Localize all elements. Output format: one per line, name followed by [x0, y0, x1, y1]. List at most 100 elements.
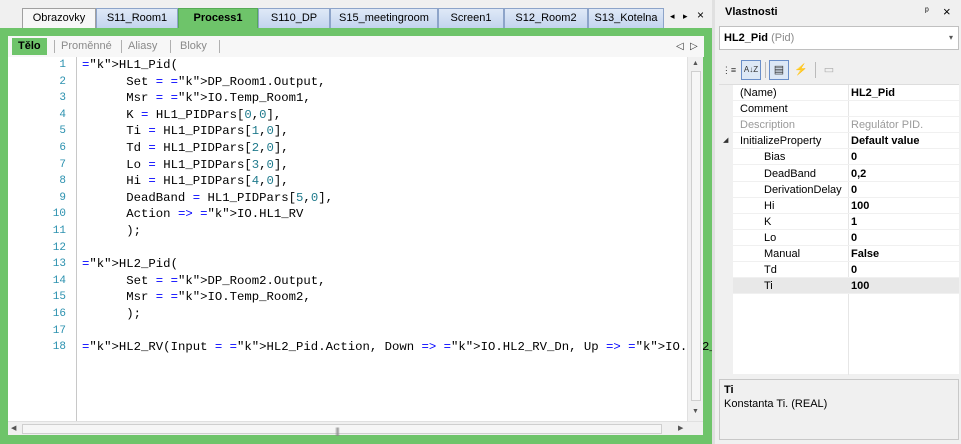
vertical-scrollbar[interactable]: ▲ ▼ — [687, 57, 703, 421]
code-line[interactable]: Msr = ="k">IO.Temp_Room1, — [82, 91, 311, 105]
tab-s12-room2[interactable]: S12_Room2 — [504, 8, 588, 28]
subtab-separator — [54, 40, 55, 53]
expand-icon[interactable]: ◢ — [723, 137, 728, 145]
line-number: 6 — [59, 142, 66, 154]
horizontal-scroll-thumb[interactable]: ||| — [22, 424, 662, 436]
tab-s13-kotelna[interactable]: S13_Kotelna — [588, 8, 664, 28]
property-value[interactable]: 0 — [851, 262, 857, 278]
tabs-prev-icon[interactable]: ◂ — [670, 9, 675, 23]
tab-obrazovky[interactable]: Obrazovky — [22, 8, 96, 28]
code-line[interactable]: ); — [82, 307, 141, 321]
property-value[interactable]: 100 — [851, 278, 869, 294]
subtab-telo[interactable]: Tělo — [12, 38, 47, 55]
close-panel-icon[interactable]: × — [943, 5, 951, 18]
tab-screen1[interactable]: Screen1 — [438, 8, 504, 28]
scroll-down-icon[interactable]: ▼ — [692, 407, 699, 417]
horizontal-scrollbar[interactable]: ◀ ||| ▶ — [8, 421, 703, 436]
code-line[interactable]: Hi = HL1_PIDPars[4,0], — [82, 174, 288, 188]
code-line[interactable]: Td = HL1_PIDPars[2,0], — [82, 141, 288, 155]
subtab-bloky[interactable]: Bloky — [180, 38, 207, 55]
object-type: (Pid) — [771, 32, 795, 44]
events-icon[interactable]: ⚡ — [791, 60, 811, 80]
code-line[interactable]: Msr = ="k">IO.Temp_Room2, — [82, 290, 311, 304]
line-number: 4 — [59, 108, 66, 121]
alphabetical-sort-icon[interactable]: A↓Z — [741, 60, 761, 80]
property-name: DerivationDelay — [764, 183, 842, 196]
property-row[interactable]: Td 0 — [733, 262, 959, 279]
property-value[interactable]: 0 — [851, 149, 857, 165]
code-line[interactable]: Ti = HL1_PIDPars[1,0], — [82, 124, 288, 138]
property-name: Ti — [764, 280, 773, 293]
property-row[interactable]: Hi 100 — [733, 198, 959, 214]
chevron-down-icon[interactable]: ▾ — [949, 27, 953, 49]
properties-view-icon[interactable]: ▤ — [769, 60, 789, 80]
tab-process1[interactable]: Process1 — [178, 8, 258, 29]
property-value[interactable]: 0 — [851, 182, 857, 198]
object-selector[interactable]: HL2_Pid (Pid) ▾ — [719, 26, 959, 50]
property-value[interactable]: 100 — [851, 198, 869, 214]
property-value[interactable]: HL2_Pid — [851, 85, 895, 101]
subtab-aliasy[interactable]: Aliasy — [128, 38, 157, 55]
scroll-left-icon[interactable]: ◀ — [11, 424, 16, 434]
property-name: Description — [740, 119, 796, 132]
line-number: 11 — [52, 225, 66, 237]
property-row[interactable]: Comment — [733, 101, 959, 118]
property-row[interactable]: DerivationDelay 0 — [733, 182, 959, 198]
vertical-scroll-thumb[interactable] — [691, 71, 701, 401]
property-name: Hi — [764, 199, 775, 212]
property-name: (Name) — [740, 87, 777, 99]
tab-s110-dp[interactable]: S110_DP — [258, 8, 330, 28]
property-row[interactable]: K1 — [733, 214, 959, 230]
subtabs-next-icon[interactable]: ▷ — [690, 38, 698, 55]
close-document-icon[interactable]: × — [697, 9, 704, 22]
property-value[interactable]: 0,2 — [851, 166, 866, 182]
scroll-grip-icon: ||| — [335, 426, 340, 436]
code-line[interactable]: ); — [82, 224, 141, 238]
subtab-separator — [170, 40, 171, 53]
property-row[interactable]: Bias 0 — [733, 149, 959, 166]
tabs-next-icon[interactable]: ▸ — [683, 9, 688, 23]
property-row[interactable]: Ti 100 — [733, 278, 959, 295]
subtab-separator — [121, 40, 122, 53]
line-number: 17 — [52, 324, 66, 337]
code-line[interactable]: DeadBand = HL1_PIDPars[5,0], — [82, 191, 333, 205]
property-row[interactable]: DeadBand 0,2 — [733, 166, 959, 182]
property-row[interactable]: ◢ InitializeProperty Default value — [723, 133, 959, 150]
property-value[interactable]: Regulátor PID. — [851, 117, 923, 133]
categorized-icon[interactable]: ⋮≡ — [719, 60, 739, 80]
code-line[interactable]: K = HL1_PIDPars[0,0], — [82, 108, 281, 122]
code-line[interactable]: Set = ="k">DP_Room2.Output, — [82, 274, 325, 288]
pin-icon[interactable]: ᵖ — [925, 5, 929, 19]
code-line[interactable]: Set = ="k">DP_Room1.Output, — [82, 75, 325, 89]
scroll-right-icon[interactable]: ▶ — [678, 424, 683, 434]
line-number: 9 — [59, 191, 66, 204]
tab-s11-room1[interactable]: S11_Room1 — [96, 8, 178, 28]
property-value[interactable]: Default value — [851, 133, 919, 149]
code-line[interactable]: ="k">HL2_Pid( — [82, 257, 178, 271]
line-number: 1 — [59, 59, 66, 71]
line-number: 3 — [59, 92, 66, 105]
code-editor[interactable]: 1 2 3 4 5 6 7 8 9 10 11 12 13 14 15 16 17 18 ="k">HL1_Pid… — [8, 57, 768, 436]
property-value[interactable]: 1 — [851, 214, 857, 230]
line-number: 16 — [52, 308, 66, 320]
code-line[interactable]: Action => ="k">IO.HL1_RV — [82, 207, 303, 221]
code-line[interactable]: ="k">HL2_RV(Input = ="k">HL2_Pid.Action,… — [82, 340, 768, 354]
object-name: HL2_Pid — [724, 32, 769, 44]
code-line[interactable]: Lo = HL1_PIDPars[3,0], — [82, 158, 288, 172]
line-number: 8 — [59, 175, 66, 188]
line-number: 13 — [52, 258, 66, 271]
property-row[interactable]: Description Regulátor PID. — [733, 117, 959, 134]
scroll-up-icon[interactable]: ▲ — [692, 59, 699, 69]
tab-s15-meetingroom[interactable]: S15_meetingroom — [330, 8, 438, 28]
property-row[interactable]: Manual False — [733, 246, 959, 262]
document-tab-strip: Obrazovky S11_Room1 Process1 S110_DP S15… — [0, 0, 712, 29]
property-row[interactable]: (Name) HL2_Pid — [733, 85, 959, 101]
subtabs-prev-icon[interactable]: ◁ — [676, 38, 684, 55]
subtab-promenne[interactable]: Proměnné — [61, 38, 112, 55]
property-value[interactable]: 0 — [851, 230, 857, 246]
property-value[interactable]: False — [851, 246, 879, 262]
code-line[interactable]: ="k">HL1_Pid( — [82, 58, 178, 72]
gutter-divider — [76, 57, 77, 421]
property-row[interactable]: Lo 0 — [733, 230, 959, 246]
property-pages-icon[interactable]: ▭ — [819, 60, 839, 80]
